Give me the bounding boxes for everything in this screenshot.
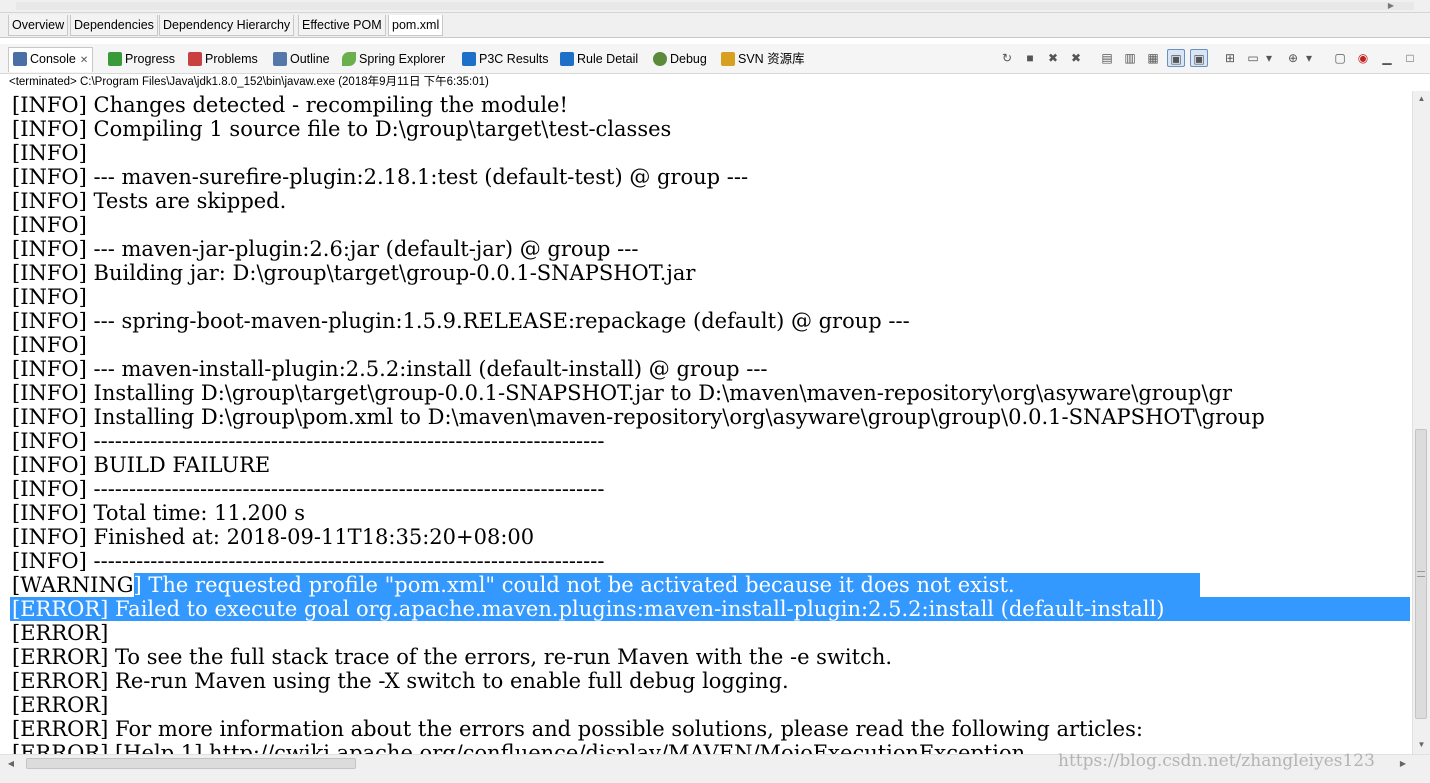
console-line: [INFO]	[12, 333, 87, 357]
console-line: [INFO] Changes detected - recompiling th…	[12, 93, 568, 117]
tab-label: Debug	[670, 52, 707, 66]
close-icon[interactable]: ✕	[80, 55, 88, 66]
console-line: [ERROR] Re-run Maven using the -X switch…	[12, 669, 789, 693]
remove-all-icon[interactable]: ✖	[1067, 49, 1085, 67]
tab-progress[interactable]: Progress	[108, 48, 175, 70]
console-line: [ERROR]	[12, 621, 109, 645]
tab-label: Rule Detail	[577, 52, 639, 66]
remove-all-terminated-icon[interactable]: ✖	[1044, 49, 1062, 67]
console-output[interactable]: [INFO] Changes detected - recompiling th…	[0, 91, 1412, 754]
scrollbar-track[interactable]	[16, 2, 1414, 10]
tab-svn-repository[interactable]: SVN 资源库	[721, 48, 805, 70]
console-line-error-selected: [ERROR] Failed to execute goal org.apach…	[12, 597, 1165, 621]
bottom-border	[0, 772, 1430, 783]
console-line: [INFO] --- maven-jar-plugin:2.6:jar (def…	[12, 237, 639, 261]
console-line: [INFO] Finished at: 2018-09-11T18:35:20+…	[12, 525, 535, 549]
console-line: [INFO] Installing D:\group\target\group-…	[12, 381, 1232, 405]
scrollbar-grip-icon	[1417, 571, 1425, 577]
console-line: [INFO] ---------------------------------…	[12, 549, 605, 573]
warning-prefix: [WARNING	[12, 573, 134, 597]
scroll-right-arrow-icon[interactable]: ▶	[1394, 755, 1412, 772]
scroll-down-arrow-icon[interactable]: ▼	[1413, 737, 1430, 753]
tab-effective-pom[interactable]: Effective POM	[298, 15, 386, 36]
clear-console-icon[interactable]: ▤	[1098, 49, 1116, 67]
view-tab-bar: Console ✕ Progress Problems Outline Sprin…	[0, 44, 1430, 73]
console-line: [INFO] --- spring-boot-maven-plugin:1.5.…	[12, 309, 910, 333]
console-line: [INFO] --- maven-surefire-plugin:2.18.1:…	[12, 165, 749, 189]
watermark: https://blog.csdn.net/zhangleiyes123	[1058, 751, 1375, 771]
show-on-stderr-icon[interactable]: ▣	[1190, 49, 1208, 67]
tab-problems[interactable]: Problems	[188, 48, 258, 70]
console-line: [INFO] Total time: 11.200 s	[12, 501, 306, 525]
console-line: [INFO] --- maven-install-plugin:2.5.2:in…	[12, 357, 768, 381]
svn-icon	[721, 52, 735, 66]
tab-spring-explorer[interactable]: Spring Explorer	[342, 48, 445, 70]
tab-label: Outline	[290, 52, 330, 66]
console-line: [INFO] Tests are skipped.	[12, 189, 287, 213]
progress-icon	[108, 52, 122, 66]
tab-overview[interactable]: Overview	[8, 15, 69, 36]
problems-icon	[188, 52, 202, 66]
rule-detail-icon	[560, 52, 574, 66]
tab-dependency-hierarchy[interactable]: Dependency Hierarchy	[159, 15, 295, 36]
tab-label: Console	[30, 52, 76, 66]
process-status: <terminated> C:\Program Files\Java\jdk1.…	[0, 73, 1430, 91]
console-line: [INFO]	[12, 141, 87, 165]
console-line: [ERROR]	[12, 693, 109, 717]
tab-label: Spring Explorer	[359, 52, 446, 66]
console-line: [INFO] ---------------------------------…	[12, 477, 605, 501]
open-console-icon[interactable]: ⊕	[1284, 49, 1302, 67]
spring-leaf-icon	[342, 52, 356, 66]
tab-outline[interactable]: Outline	[273, 48, 330, 70]
scroll-up-arrow-icon[interactable]: ▲	[1413, 91, 1430, 107]
outline-icon	[273, 52, 287, 66]
console-icon	[13, 52, 27, 66]
console-line: [INFO] ---------------------------------…	[12, 429, 605, 453]
scrollbar-thumb[interactable]	[26, 758, 356, 769]
word-wrap-icon[interactable]: ▦	[1144, 49, 1162, 67]
console-line: [INFO]	[12, 213, 87, 237]
tab-rule-detail[interactable]: Rule Detail	[560, 48, 638, 70]
console-line: [ERROR] [Help 1] http://cwiki.apache.org…	[12, 741, 1026, 754]
alibaba-icon[interactable]: ◉	[1354, 49, 1372, 67]
tab-label: Progress	[125, 52, 176, 66]
show-on-stdout-icon[interactable]: ▣	[1167, 49, 1185, 67]
console-line: [INFO] Building jar: D:\group\target\gro…	[12, 261, 696, 285]
console-line: [INFO] Installing D:\group\pom.xml to D:…	[12, 405, 1265, 429]
display-selected-console-icon[interactable]: ▭	[1244, 49, 1262, 67]
console-line: [INFO] Compiling 1 source file to D:\gro…	[12, 117, 672, 141]
console-vertical-scrollbar[interactable]: ▲ ▼	[1412, 91, 1430, 754]
console-line-warning: [WARNING] The requested profile "pom.xml…	[12, 573, 1015, 597]
chevron-down-icon[interactable]: ▾	[1264, 49, 1274, 67]
tab-label: P3C Results	[479, 52, 549, 66]
console-line: [INFO] BUILD FAILURE	[12, 453, 271, 477]
tab-debug[interactable]: Debug	[653, 48, 707, 70]
pin-console-icon[interactable]: ⊞	[1221, 49, 1239, 67]
p3c-icon	[462, 52, 476, 66]
console-line: [ERROR] For more information about the e…	[12, 717, 1143, 741]
tab-console[interactable]: Console ✕	[8, 47, 94, 72]
remove-launch-icon[interactable]: ↻	[998, 49, 1016, 67]
bug-icon	[653, 52, 667, 66]
terminate-icon[interactable]: ■	[1021, 49, 1039, 67]
tab-p3c-results[interactable]: P3C Results	[462, 48, 548, 70]
scroll-lock-icon[interactable]: ▥	[1121, 49, 1139, 67]
copy-icon[interactable]: ▢	[1331, 49, 1349, 67]
tab-pom-xml[interactable]: pom.xml	[388, 15, 444, 36]
editor-horizontal-scrollbar[interactable]: ◀ ▶	[0, 0, 1430, 13]
maximize-icon[interactable]: □	[1401, 49, 1419, 67]
tab-label: SVN 资源库	[738, 52, 805, 66]
console-line: [INFO]	[12, 285, 87, 309]
minimize-icon[interactable]: ▁	[1378, 49, 1396, 67]
chevron-down-icon[interactable]: ▾	[1304, 49, 1314, 67]
scroll-left-arrow-icon[interactable]: ◀	[2, 755, 20, 772]
console-line: [ERROR] To see the full stack trace of t…	[12, 645, 893, 669]
pom-editor-tabs: Overview Dependencies Dependency Hierarc…	[0, 13, 1430, 38]
tab-dependencies[interactable]: Dependencies	[70, 15, 158, 36]
scroll-right-arrow-icon[interactable]: ▶	[1384, 0, 1398, 12]
selected-text: ] The requested profile "pom.xml" could …	[133, 573, 1015, 597]
tab-label: Problems	[205, 52, 258, 66]
